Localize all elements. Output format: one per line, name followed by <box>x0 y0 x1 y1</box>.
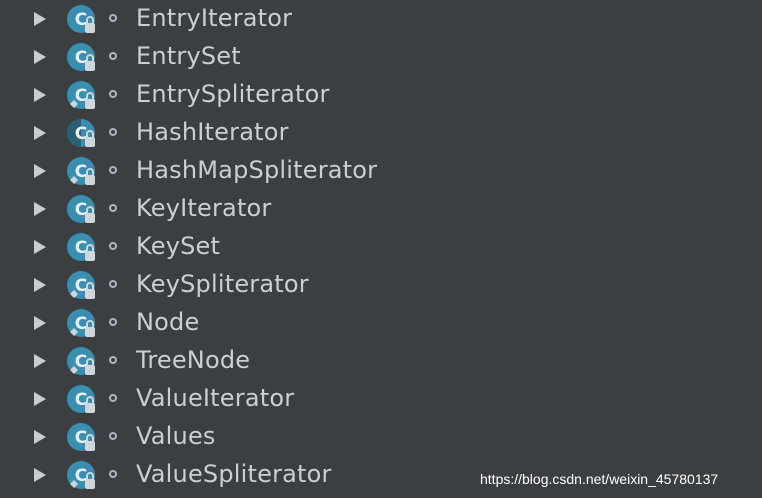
tree-item-label: KeyIterator <box>136 194 272 222</box>
tree-item-label: TreeNode <box>136 346 251 374</box>
class-icon: C <box>67 195 95 223</box>
visibility-icon <box>109 90 117 98</box>
static-class-icon: C <box>67 461 95 489</box>
tree-row[interactable]: C EntrySpliterator <box>0 76 762 114</box>
watermark: https://blog.csdn.net/weixin_45780137 <box>480 471 719 487</box>
visibility-icon <box>109 356 117 364</box>
expand-arrow-icon[interactable] <box>33 429 47 445</box>
expand-arrow-icon[interactable] <box>33 353 47 369</box>
expand-arrow-icon[interactable] <box>33 49 47 65</box>
tree-item-label: HashMapSpliterator <box>136 156 378 184</box>
tree-item-label: HashIterator <box>136 118 289 146</box>
static-class-icon: C <box>67 157 95 185</box>
tree-row[interactable]: C TreeNode <box>0 342 762 380</box>
tree-row[interactable]: C KeySpliterator <box>0 266 762 304</box>
static-class-icon: C <box>67 309 95 337</box>
visibility-icon <box>109 14 117 22</box>
expand-arrow-icon[interactable] <box>33 277 47 293</box>
tree-row[interactable]: C HashIterator <box>0 114 762 152</box>
class-icon: C <box>67 233 95 261</box>
visibility-icon <box>109 470 117 478</box>
tree-item-label: ValueSpliterator <box>136 460 332 488</box>
tree-item-label: ValueIterator <box>136 384 295 412</box>
tree-item-label: KeySpliterator <box>136 270 309 298</box>
static-class-icon: C <box>67 81 95 109</box>
expand-arrow-icon[interactable] <box>33 87 47 103</box>
tree-item-label: Node <box>136 308 200 336</box>
visibility-icon <box>109 394 117 402</box>
expand-arrow-icon[interactable] <box>33 163 47 179</box>
tree-item-label: EntryIterator <box>136 4 293 32</box>
class-icon: C <box>67 5 95 33</box>
visibility-icon <box>109 242 117 250</box>
tree-item-label: EntrySpliterator <box>136 80 330 108</box>
tree-item-label: EntrySet <box>136 42 241 70</box>
tree-row[interactable]: C EntryIterator <box>0 0 762 38</box>
visibility-icon <box>109 432 117 440</box>
expand-arrow-icon[interactable] <box>33 125 47 141</box>
class-icon: C <box>67 423 95 451</box>
tree-item-label: Values <box>136 422 216 450</box>
expand-arrow-icon[interactable] <box>33 391 47 407</box>
visibility-icon <box>109 204 117 212</box>
visibility-icon <box>109 52 117 60</box>
class-icon: C <box>67 385 95 413</box>
tree-row[interactable]: C Node <box>0 304 762 342</box>
expand-arrow-icon[interactable] <box>33 11 47 27</box>
expand-arrow-icon[interactable] <box>33 467 47 483</box>
tree-row[interactable]: C HashMapSpliterator <box>0 152 762 190</box>
visibility-icon <box>109 128 117 136</box>
static-class-icon: C <box>67 347 95 375</box>
expand-arrow-icon[interactable] <box>33 239 47 255</box>
static-class-icon: C <box>67 271 95 299</box>
visibility-icon <box>109 318 117 326</box>
abstract-class-icon: C <box>67 119 95 147</box>
tree-row[interactable]: C KeySet <box>0 228 762 266</box>
tree-row[interactable]: C EntrySet <box>0 38 762 76</box>
expand-arrow-icon[interactable] <box>33 315 47 331</box>
tree-row[interactable]: C KeyIterator <box>0 190 762 228</box>
class-icon: C <box>67 43 95 71</box>
tree-row[interactable]: C ValueIterator <box>0 380 762 418</box>
tree-item-label: KeySet <box>136 232 221 260</box>
visibility-icon <box>109 280 117 288</box>
visibility-icon <box>109 166 117 174</box>
tree-row[interactable]: C Values <box>0 418 762 456</box>
expand-arrow-icon[interactable] <box>33 201 47 217</box>
